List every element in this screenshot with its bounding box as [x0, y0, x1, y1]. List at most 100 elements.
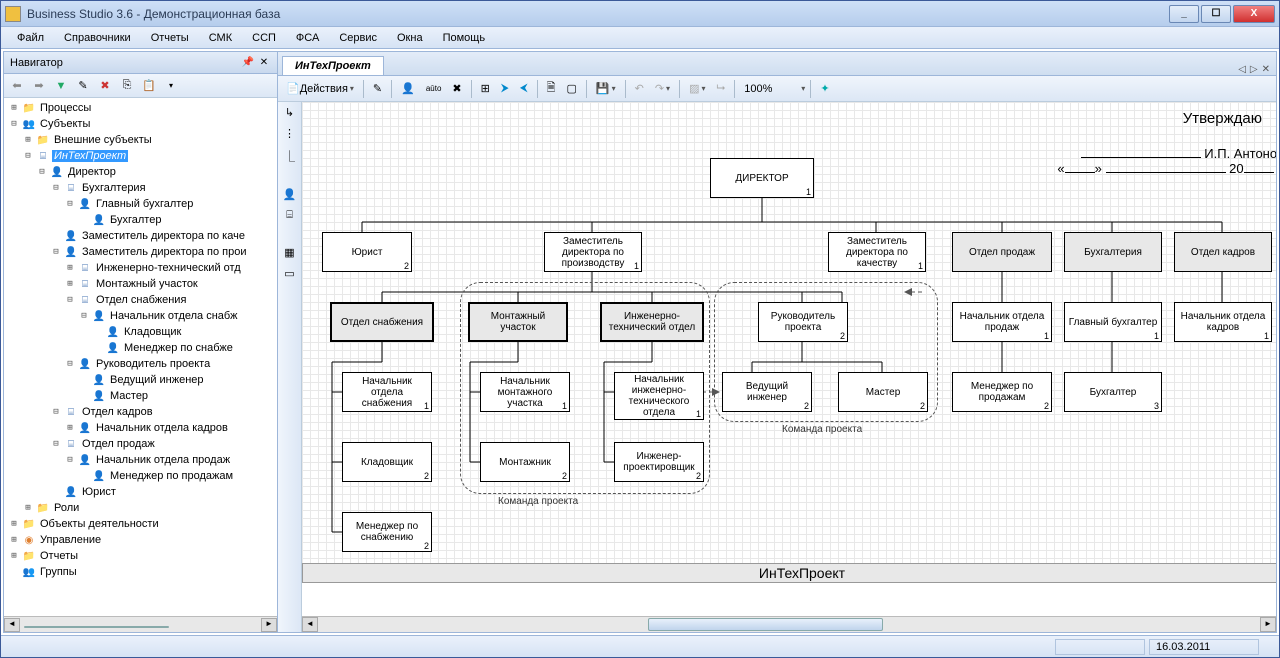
canvas-scroll-left-icon[interactable]: ◄	[302, 617, 318, 632]
tree-expand-icon[interactable]: ⊞	[8, 535, 20, 545]
navigator-tree[interactable]: ⊞📁Процессы⊟👥Субъекты⊞📁Внешние субъекты⊟⌸…	[4, 98, 277, 616]
box-buh[interactable]: Бухгалтер3	[1064, 372, 1162, 412]
zoom-select[interactable]: 100%	[740, 79, 796, 99]
tree-node-icon[interactable]: ⊞	[477, 79, 494, 99]
box-nach-hr[interactable]: Начальник отдела кадров1	[1174, 302, 1272, 342]
close-button[interactable]: X	[1233, 5, 1275, 23]
tree-expand-icon[interactable]: ⊟	[22, 151, 34, 161]
tb-connector-icon[interactable]: ↳	[285, 106, 294, 119]
box-buh-dept[interactable]: Бухгалтерия	[1064, 232, 1162, 272]
dropdown-icon[interactable]: ▾	[162, 77, 180, 95]
back-icon[interactable]: ⬅	[8, 77, 26, 95]
layers-icon[interactable]: ▨▾	[685, 79, 709, 99]
tree-item-11[interactable]: ⊞⌸Монтажный участок	[4, 276, 277, 292]
box-gl-buh[interactable]: Главный бухгалтер1	[1064, 302, 1162, 342]
tree-item-20[interactable]: ⊞👤Начальник отдела кадров	[4, 420, 277, 436]
box-sales-dept[interactable]: Отдел продаж	[952, 232, 1052, 272]
tree-item-23[interactable]: 👤Менеджер по продажам	[4, 468, 277, 484]
box-director[interactable]: ДИРЕКТОР1	[710, 158, 814, 198]
menu-3[interactable]: СМК	[199, 32, 242, 44]
tree-item-18[interactable]: 👤Мастер	[4, 388, 277, 404]
tree-expand-icon[interactable]: ⊟	[50, 439, 62, 449]
menu-0[interactable]: Файл	[7, 32, 54, 44]
funnel-icon[interactable]: ▼	[52, 77, 70, 95]
actions-button[interactable]: 📄 Действия▾	[282, 79, 358, 99]
tree-item-12[interactable]: ⊟⌸Отдел снабжения	[4, 292, 277, 308]
menu-7[interactable]: Окна	[387, 32, 433, 44]
tree-item-4[interactable]: ⊟👤Директор	[4, 164, 277, 180]
box-nach-supply[interactable]: Начальник отдела снабжения1	[342, 372, 432, 412]
edit-icon[interactable]: ✎	[74, 77, 92, 95]
pin-icon[interactable]: 📌	[241, 56, 255, 70]
export-icon[interactable]: ⮡	[712, 79, 729, 99]
tree-item-28[interactable]: ⊞📁Отчеты	[4, 548, 277, 564]
canvas-scroll-right-icon[interactable]: ►	[1260, 617, 1276, 632]
blank-icon[interactable]: ▢	[562, 79, 580, 99]
tree-item-1[interactable]: ⊟👥Субъекты	[4, 116, 277, 132]
box-nach-sales[interactable]: Начальник отдела продаж1	[952, 302, 1052, 342]
tree-item-25[interactable]: ⊞📁Роли	[4, 500, 277, 516]
close-panel-icon[interactable]: ✕	[257, 56, 271, 70]
menu-1[interactable]: Справочники	[54, 32, 141, 44]
tree-expand-icon[interactable]: ⊟	[36, 167, 48, 177]
tab-next-icon[interactable]: ▷	[1250, 64, 1258, 75]
tree-expand-icon[interactable]: ⊟	[50, 183, 62, 193]
delete-icon[interactable]: ✖	[96, 77, 114, 95]
box-hr-dept[interactable]: Отдел кадров	[1174, 232, 1272, 272]
tree-expand-icon[interactable]: ⊞	[8, 519, 20, 529]
tree-item-26[interactable]: ⊞📁Объекты деятельности	[4, 516, 277, 532]
tree-expand-icon[interactable]: ⊞	[64, 279, 76, 289]
tab-prev-icon[interactable]: ◁	[1238, 64, 1246, 75]
tree-expand-icon[interactable]: ⊞	[22, 135, 34, 145]
canvas-hscroll[interactable]: ◄ ►	[302, 616, 1276, 632]
tree-item-6[interactable]: ⊟👤Главный бухгалтер	[4, 196, 277, 212]
tree-item-29[interactable]: 👥Группы	[4, 564, 277, 580]
minimize-button[interactable]: _	[1169, 5, 1199, 23]
maximize-button[interactable]: ☐	[1201, 5, 1231, 23]
auto-icon[interactable]: aūto	[422, 79, 446, 99]
tab-intehproekt[interactable]: ИнТехПроект	[282, 56, 384, 75]
undo-icon[interactable]: ↶	[631, 79, 648, 99]
tb-dotline-icon[interactable]: ⋮	[284, 127, 295, 140]
tb-branch-icon[interactable]: ⎿	[284, 148, 295, 164]
box-klad[interactable]: Кладовщик2	[342, 442, 432, 482]
tb-person-icon[interactable]: 👤	[283, 188, 297, 201]
copy-icon[interactable]: ⎘	[118, 77, 136, 95]
tree-item-13[interactable]: ⊟👤Начальник отдела снабж	[4, 308, 277, 324]
redo-icon[interactable]: ↷▾	[651, 79, 674, 99]
tree-expand-icon[interactable]: ⊞	[8, 103, 20, 113]
edit-tool-icon[interactable]: ✎	[369, 79, 386, 99]
menu-4[interactable]: ССП	[242, 32, 286, 44]
tools-icon[interactable]: ✖	[448, 79, 465, 99]
hierarchy-icon[interactable]: 👤	[397, 79, 419, 99]
tree-item-15[interactable]: 👤Менеджер по снабже	[4, 340, 277, 356]
zoom-dd-icon[interactable]: ▾	[801, 84, 805, 93]
tree-expand-icon[interactable]: ⊟	[78, 311, 90, 321]
tree-item-27[interactable]: ⊞◉Управление	[4, 532, 277, 548]
box-zam-proizv[interactable]: Заместитель директора по производству1	[544, 232, 642, 272]
tree-expand-icon[interactable]: ⊞	[64, 263, 76, 273]
tree-item-21[interactable]: ⊟⌸Отдел продаж	[4, 436, 277, 452]
tree-item-7[interactable]: 👤Бухгалтер	[4, 212, 277, 228]
tb-orgchart-icon[interactable]: ⌸	[286, 209, 293, 222]
box-mgr-supply[interactable]: Менеджер по снабжению2	[342, 512, 432, 552]
tree-item-24[interactable]: 👤Юрист	[4, 484, 277, 500]
tree-item-19[interactable]: ⊟⌸Отдел кадров	[4, 404, 277, 420]
tree-expand-icon[interactable]: ⊟	[64, 295, 76, 305]
link-right-icon[interactable]: ⮞	[497, 79, 513, 99]
canvas-scroll-thumb[interactable]	[648, 618, 884, 631]
tb-shape-icon[interactable]: ▭	[284, 267, 294, 280]
tree-expand-icon[interactable]: ⊟	[50, 247, 62, 257]
tree-expand-icon[interactable]: ⊟	[50, 407, 62, 417]
org-chart-canvas[interactable]: Утверждаю И.П. Антонов «» 20 г. ДИРЕКТОР…	[302, 102, 1276, 582]
tree-item-22[interactable]: ⊟👤Начальник отдела продаж	[4, 452, 277, 468]
box-mgr-sales[interactable]: Менеджер по продажам2	[952, 372, 1052, 412]
wizard-icon[interactable]: ✦	[816, 79, 833, 99]
tree-expand-icon[interactable]: ⊟	[8, 119, 20, 129]
box-jurist[interactable]: Юрист2	[322, 232, 412, 272]
menu-2[interactable]: Отчеты	[141, 32, 199, 44]
paste-icon[interactable]: 📋	[140, 77, 158, 95]
menu-8[interactable]: Помощь	[433, 32, 496, 44]
tree-expand-icon[interactable]: ⊞	[22, 503, 34, 513]
menu-5[interactable]: ФСА	[286, 32, 329, 44]
